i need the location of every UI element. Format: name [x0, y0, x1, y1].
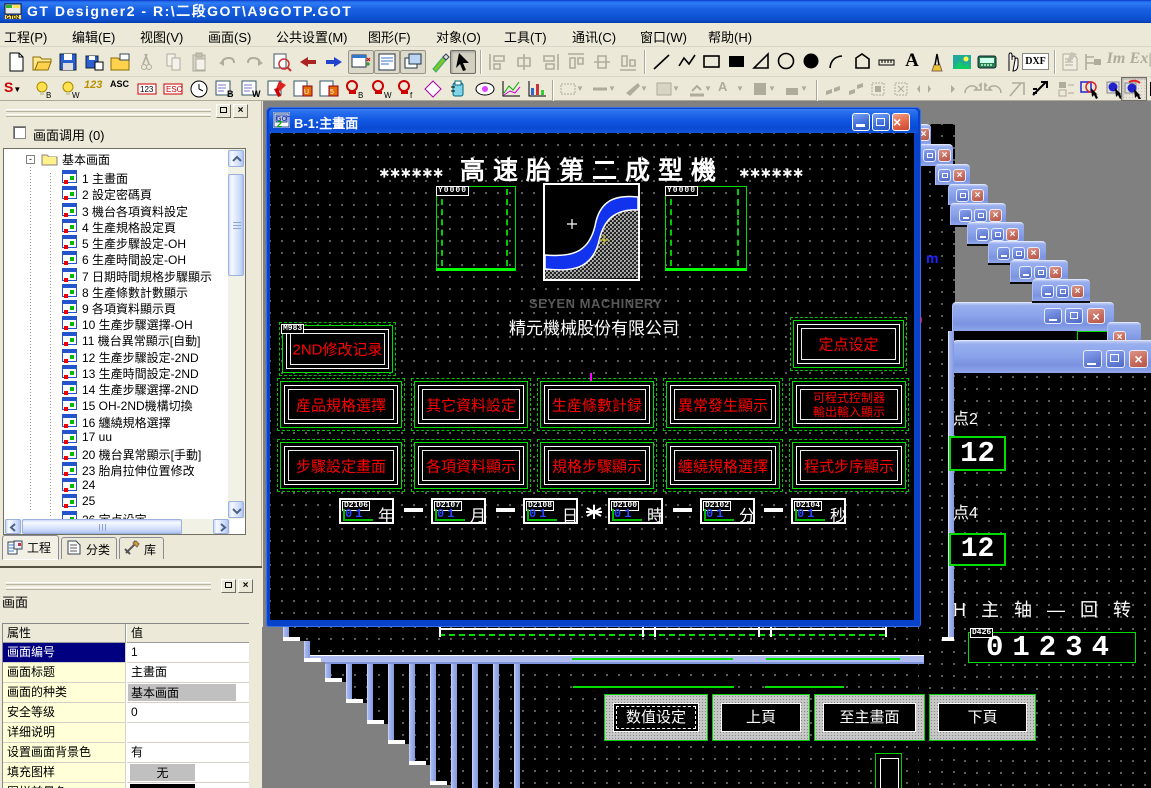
svg-text:W: W [72, 91, 80, 99]
svg-text:f: f [410, 91, 413, 99]
svg-text:B: B [46, 91, 51, 99]
svg-text:B: B [227, 89, 234, 99]
svg-text:B: B [358, 91, 363, 99]
svg-text:W: W [252, 89, 261, 99]
svg-text:ESC: ESC [166, 85, 183, 94]
svg-text:2: 2 [277, 119, 282, 128]
svg-text:U: U [304, 89, 309, 96]
svg-text:5: 5 [330, 89, 334, 96]
svg-text:123: 123 [140, 85, 154, 94]
svg-text:GTD2: GTD2 [6, 15, 20, 20]
svg-text:W: W [384, 91, 392, 99]
